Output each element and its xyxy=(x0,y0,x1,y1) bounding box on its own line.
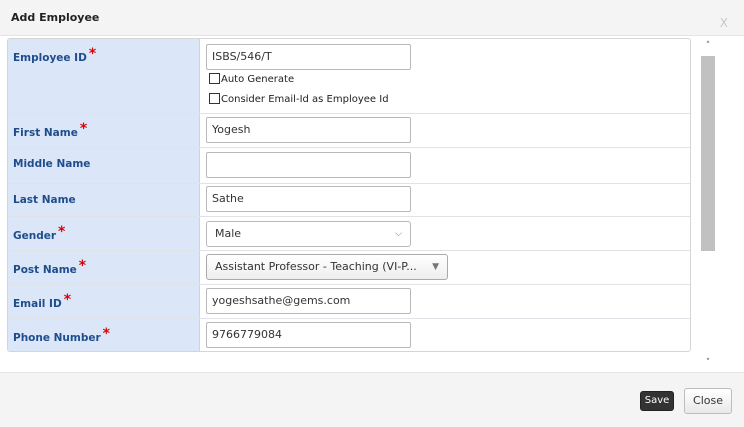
phone-number-label: Phone Number xyxy=(13,332,101,344)
required-marker: * xyxy=(102,326,110,342)
label-cell: Last Name xyxy=(8,184,200,216)
dialog-titlebar: Add Employee X xyxy=(0,0,744,36)
label-cell: Middle Name xyxy=(8,148,200,183)
label-cell: Post Name * xyxy=(8,251,200,284)
scroll-up-icon[interactable]: ˄ xyxy=(701,39,715,53)
scroll-down-icon[interactable]: ˅ xyxy=(701,356,715,370)
add-employee-dialog: Add Employee X Employee ID * ISBS/546/T A… xyxy=(0,0,744,427)
label-cell: Email ID * xyxy=(8,285,200,318)
first-name-label: First Name xyxy=(13,127,78,139)
employee-id-label: Employee ID xyxy=(13,52,87,64)
email-as-id-option[interactable]: Consider Email-Id as Employee Id xyxy=(209,93,389,105)
last-name-label: Last Name xyxy=(13,194,76,206)
email-id-input[interactable]: yogeshsathe@gems.com xyxy=(206,288,411,314)
post-name-select[interactable]: Assistant Professor - Teaching (VI-P... … xyxy=(206,254,448,280)
gender-label: Gender xyxy=(13,230,57,242)
phone-number-input[interactable]: 9766779084 xyxy=(206,322,411,348)
label-cell: Phone Number * xyxy=(8,319,200,351)
label-cell: Employee ID * xyxy=(8,39,200,113)
email-as-id-checkbox[interactable] xyxy=(209,93,220,104)
row-middle-name: Middle Name xyxy=(8,148,690,184)
row-email-id: Email ID * yogeshsathe@gems.com xyxy=(8,285,690,319)
post-name-value: Assistant Professor - Teaching (VI-P... xyxy=(215,260,417,273)
auto-generate-label: Auto Generate xyxy=(221,74,295,85)
caret-down-icon: ▼ xyxy=(432,262,439,272)
last-name-input[interactable]: Sathe xyxy=(206,186,411,212)
scrollbar-thumb[interactable] xyxy=(701,56,715,251)
required-marker: * xyxy=(58,224,66,240)
close-icon[interactable]: X xyxy=(720,16,728,30)
required-marker: * xyxy=(79,121,88,137)
close-button[interactable]: Close xyxy=(684,388,732,414)
required-marker: * xyxy=(78,258,87,274)
gender-value: Male xyxy=(215,227,242,240)
middle-name-input[interactable] xyxy=(206,152,411,178)
dialog-body: Employee ID * ISBS/546/T Auto Generate Co… xyxy=(0,36,744,372)
post-name-label: Post Name xyxy=(13,264,77,276)
email-as-id-label: Consider Email-Id as Employee Id xyxy=(221,94,389,105)
row-post-name: Post Name * Assistant Professor - Teachin… xyxy=(8,251,690,285)
save-button[interactable]: Save xyxy=(640,391,674,411)
email-id-label: Email ID xyxy=(13,298,62,310)
auto-generate-option[interactable]: Auto Generate xyxy=(209,73,294,85)
first-name-input[interactable]: Yogesh xyxy=(206,117,411,143)
required-marker: * xyxy=(88,46,97,62)
required-marker: * xyxy=(63,292,72,308)
chevron-down-icon: ⌵ xyxy=(395,229,402,239)
employee-form: Employee ID * ISBS/546/T Auto Generate Co… xyxy=(7,38,691,352)
label-cell: First Name * xyxy=(8,114,200,147)
employee-id-input[interactable]: ISBS/546/T xyxy=(206,44,411,70)
row-last-name: Last Name Sathe xyxy=(8,184,690,217)
dialog-title: Add Employee xyxy=(11,11,100,24)
row-employee-id: Employee ID * ISBS/546/T Auto Generate Co… xyxy=(8,39,690,114)
gender-select[interactable]: Male ⌵ xyxy=(206,221,411,247)
middle-name-label: Middle Name xyxy=(13,158,91,170)
dialog-footer: Save Close xyxy=(0,372,744,427)
row-gender: Gender * Male ⌵ xyxy=(8,217,690,251)
row-phone-number: Phone Number * 9766779084 xyxy=(8,319,690,351)
row-first-name: First Name * Yogesh xyxy=(8,114,690,148)
auto-generate-checkbox[interactable] xyxy=(209,73,220,84)
label-cell: Gender * xyxy=(8,217,200,250)
